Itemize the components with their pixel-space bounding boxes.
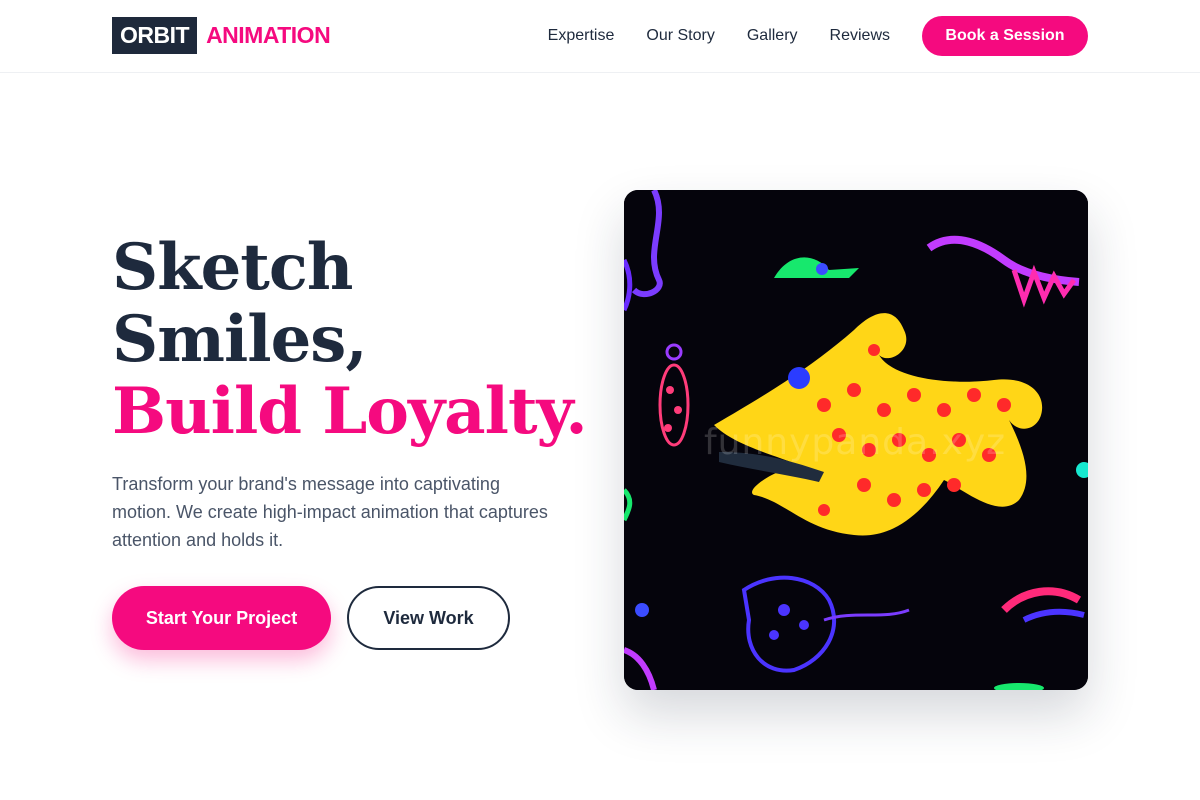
brand-logo[interactable]: ORBIT ANIMATION: [112, 17, 331, 54]
nav-link-gallery[interactable]: Gallery: [747, 27, 798, 45]
hero-headline-line-1: Sketch: [112, 230, 353, 305]
hero-headline-line-2: Smiles,: [112, 302, 368, 377]
nav-link-expertise[interactable]: Expertise: [548, 27, 615, 45]
site-header: ORBIT ANIMATION Expertise Our Story Gall…: [0, 0, 1200, 73]
logo-accent-text: ANIMATION: [206, 22, 331, 48]
book-session-button[interactable]: Book a Session: [922, 16, 1088, 56]
hero-illustration: funnypanda.xyz: [624, 190, 1088, 690]
logo-primary-text: ORBIT: [112, 17, 198, 54]
nav-link-our-story[interactable]: Our Story: [646, 27, 714, 45]
hero-headline: Sketch Smiles, Build Loyalty.: [112, 230, 588, 449]
hero-headline-line-3: Build Loyalty.: [112, 374, 588, 449]
view-work-button[interactable]: View Work: [347, 586, 510, 650]
nav-link-reviews[interactable]: Reviews: [830, 27, 890, 45]
main-nav: Expertise Our Story Gallery Reviews Book…: [548, 16, 1088, 56]
neon-creature-illustration: [624, 190, 1088, 690]
start-project-button[interactable]: Start Your Project: [112, 586, 331, 650]
hero-subtitle: Transform your brand's message into capt…: [112, 474, 548, 550]
